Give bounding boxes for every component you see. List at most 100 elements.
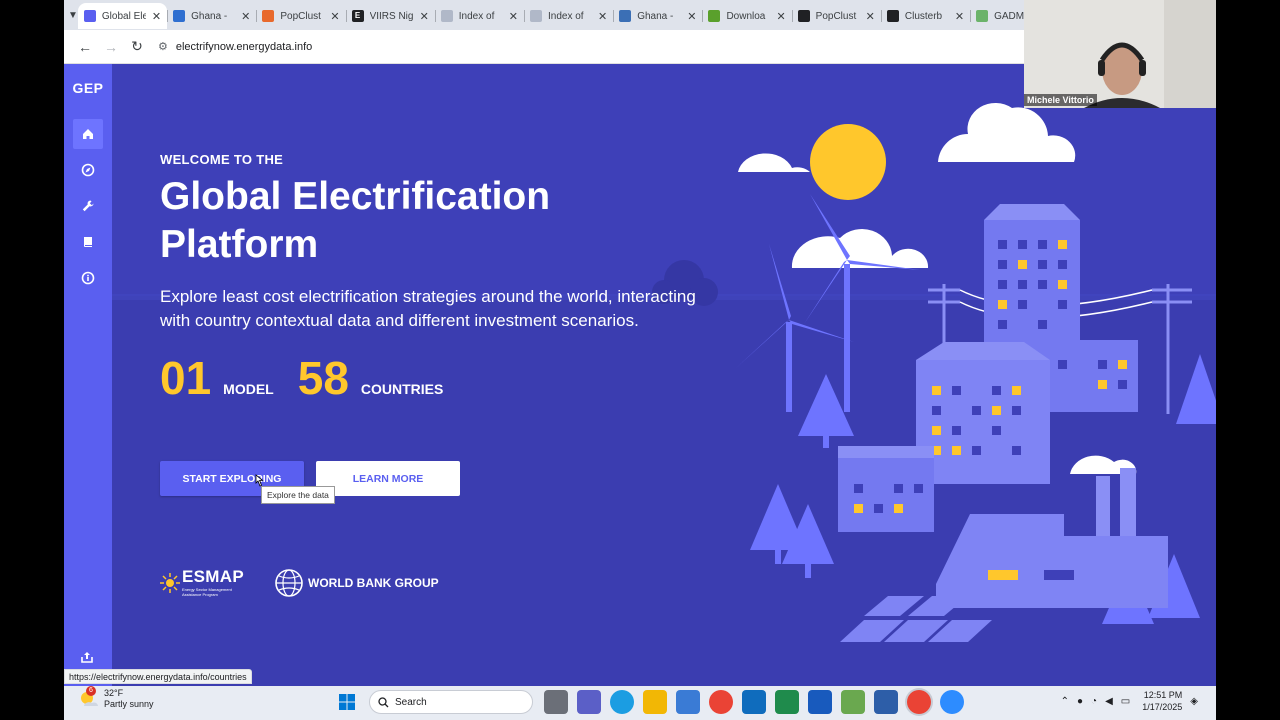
tab-favicon-icon xyxy=(173,10,186,22)
world-bank-logo[interactable]: WORLD BANK GROUP xyxy=(274,568,439,598)
tab-strip: ▼ Global Ele ✕ Ghana - ✕ PopClust ✕ E VIIRS Nig… xyxy=(64,0,1053,30)
windows-start-icon[interactable] xyxy=(335,690,359,714)
tab-close-icon[interactable]: ✕ xyxy=(509,10,518,23)
hero-section: WELCOME TO THE Global Electrification Pl… xyxy=(160,152,720,405)
tab-search-icon[interactable]: ▼ xyxy=(68,4,78,26)
weather-temperature: 32°F xyxy=(104,688,124,698)
vpn-icon[interactable] xyxy=(873,690,898,714)
weather-widget[interactable]: 6 32°F Partly sunny xyxy=(78,686,154,710)
excel-icon[interactable] xyxy=(774,690,799,714)
qgis-icon[interactable] xyxy=(840,690,865,714)
wrench-icon[interactable] xyxy=(73,191,103,221)
search-icon xyxy=(378,696,389,707)
hero-eyebrow: WELCOME TO THE xyxy=(160,152,284,167)
tab-title: PopClust xyxy=(815,10,857,22)
hero-description: Explore least cost electrification strat… xyxy=(160,287,696,330)
tab-close-icon[interactable]: ✕ xyxy=(776,10,785,23)
chrome-active-icon[interactable] xyxy=(906,690,931,714)
site-settings-icon[interactable]: ⚙ xyxy=(158,40,168,53)
learn-more-button[interactable]: LEARN MORE xyxy=(316,461,460,496)
system-tray: ⌃ ● ◔ ◀ ▭ 12:51 PM 1/17/2025 ◈ xyxy=(1057,689,1202,713)
stat-country-count: 58 xyxy=(297,352,349,404)
clock-time: 12:51 PM xyxy=(1143,690,1183,700)
word-icon[interactable] xyxy=(807,690,832,714)
esmap-sun-icon xyxy=(160,573,180,593)
tab-favicon-icon xyxy=(619,10,632,22)
reload-icon[interactable]: ↻ xyxy=(124,34,150,60)
webcam-overlay: Michele Vittorio xyxy=(1024,0,1216,108)
tab-title: Global Ele xyxy=(101,10,146,22)
tab-close-icon[interactable]: ✕ xyxy=(330,10,339,23)
tab-favicon-icon xyxy=(797,10,810,22)
esmap-logo[interactable]: ESMAP Energy Sector Management Assistanc… xyxy=(160,567,252,597)
battery-icon[interactable]: ▭ xyxy=(1121,696,1130,707)
browser-tab[interactable]: Ghana - ✕ xyxy=(613,3,702,29)
tooltip: Explore the data xyxy=(261,486,335,504)
tab-close-icon[interactable]: ✕ xyxy=(241,10,250,23)
tab-close-icon[interactable]: ✕ xyxy=(955,10,964,23)
address-bar[interactable]: ⚙ electrifynow.energydata.info xyxy=(158,35,312,59)
browser-tab[interactable]: Index of ✕ xyxy=(524,3,613,29)
participant-name: Michele Vittorio xyxy=(1024,94,1097,106)
browser-tab[interactable]: PopClust ✕ xyxy=(256,3,345,29)
browser-tab[interactable]: Downloa ✕ xyxy=(702,3,791,29)
taskbar-clock[interactable]: 12:51 PM 1/17/2025 xyxy=(1142,689,1182,713)
stat-model-label: MODEL xyxy=(223,381,274,397)
tab-title: Clusterb xyxy=(904,10,943,22)
book-icon[interactable] xyxy=(73,227,103,257)
esmap-name: ESMAP xyxy=(182,567,244,586)
tab-title: VIIRS Nig xyxy=(369,10,414,22)
tab-favicon-icon xyxy=(440,10,453,22)
volume-icon[interactable]: ◀ xyxy=(1105,696,1113,707)
browser-tab[interactable]: Global Ele ✕ xyxy=(77,3,168,29)
address-url[interactable]: electrifynow.energydata.info xyxy=(176,41,312,53)
tab-title: Ghana - xyxy=(637,10,674,22)
info-icon[interactable] xyxy=(73,263,103,293)
notification-icon[interactable]: ◈ xyxy=(1190,696,1198,707)
world-bank-name: WORLD BANK GROUP xyxy=(308,576,439,590)
compass-icon[interactable] xyxy=(73,155,103,185)
store-icon[interactable] xyxy=(675,690,700,714)
back-icon[interactable]: ← xyxy=(72,34,98,60)
weather-badge: 6 xyxy=(86,686,96,696)
tab-close-icon[interactable]: ✕ xyxy=(866,10,875,23)
forward-icon[interactable]: → xyxy=(98,34,124,60)
browser-tab[interactable]: PopClust ✕ xyxy=(791,3,881,29)
page-title: Global Electrification Platform xyxy=(160,173,720,269)
clock-date: 1/17/2025 xyxy=(1142,702,1183,712)
teams-icon[interactable] xyxy=(576,690,601,714)
partner-logos: ESMAP Energy Sector Management Assistanc… xyxy=(160,568,439,598)
outlook-icon[interactable] xyxy=(741,690,766,714)
tab-list: Global Ele ✕ Ghana - ✕ PopClust ✕ E VIIRS Nig ✕ I… xyxy=(77,1,1059,29)
windows-taskbar: 6 32°F Partly sunny Search ⌃ ● ◔ ◀ ▭ 12:… xyxy=(64,686,1216,720)
browser-tab[interactable]: Index of ✕ xyxy=(434,3,524,29)
tab-title: Downloa xyxy=(726,10,766,22)
microphone-icon[interactable]: ● xyxy=(1077,696,1083,707)
browser-tab[interactable]: Ghana - ✕ xyxy=(167,3,256,29)
edge-icon[interactable] xyxy=(609,690,634,714)
wifi-icon[interactable]: ◔ xyxy=(1091,696,1097,707)
page-title-line2: Platform xyxy=(160,223,319,266)
globe-icon xyxy=(275,569,303,597)
tab-close-icon[interactable]: ✕ xyxy=(598,10,607,23)
tab-close-icon[interactable]: ✕ xyxy=(687,10,696,23)
stats-row: 01 MODEL 58 COUNTRIES xyxy=(160,351,720,405)
app-sidebar: GEP xyxy=(64,64,112,686)
tab-favicon-icon xyxy=(262,10,275,22)
brand-logo[interactable]: GEP xyxy=(64,80,112,96)
tab-favicon-icon xyxy=(83,10,96,22)
file-explorer-icon[interactable] xyxy=(642,690,667,714)
browser-tab[interactable]: E VIIRS Nig ✕ xyxy=(345,3,435,29)
tab-close-icon[interactable]: ✕ xyxy=(152,10,161,23)
zoom-icon[interactable] xyxy=(939,690,964,714)
tab-favicon-icon xyxy=(886,10,899,22)
chevron-up-icon[interactable]: ⌃ xyxy=(1061,696,1069,707)
chrome-icon[interactable] xyxy=(708,690,733,714)
task-view-icon[interactable] xyxy=(543,690,568,714)
tab-close-icon[interactable]: ✕ xyxy=(420,10,429,23)
share-icon[interactable] xyxy=(80,650,94,669)
browser-tab[interactable]: Clusterb ✕ xyxy=(880,3,970,29)
browser-toolbar: ← → ↻ ⚙ electrifynow.energydata.info xyxy=(64,30,1024,64)
taskbar-search[interactable]: Search xyxy=(369,690,533,714)
home-icon[interactable] xyxy=(73,119,103,149)
